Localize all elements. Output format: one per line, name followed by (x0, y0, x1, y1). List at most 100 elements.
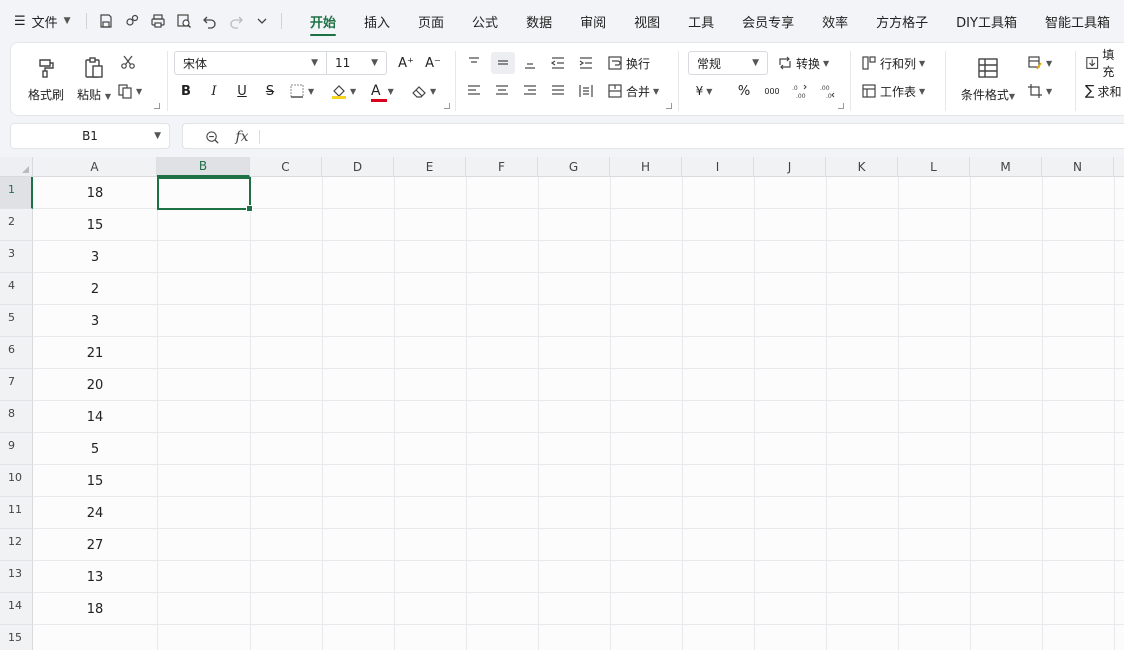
row-header-15[interactable]: 15 (0, 625, 33, 650)
cell-a10[interactable]: 15 (33, 465, 157, 497)
fill-button[interactable]: 填充 (1085, 48, 1124, 79)
cell-a13[interactable]: 13 (33, 561, 157, 593)
cell-a5[interactable]: 3 (33, 305, 157, 337)
tab-home[interactable]: 开始 (296, 0, 350, 42)
increase-indent-button[interactable] (575, 52, 597, 74)
clipboard-expand-icon[interactable] (154, 103, 160, 109)
more-dropdown-icon[interactable] (249, 8, 275, 34)
print-preview-icon[interactable] (171, 8, 197, 34)
cell-a9[interactable]: 5 (33, 433, 157, 465)
cell-a4[interactable]: 2 (33, 273, 157, 305)
worksheet-button[interactable]: 工作表 ▼ (861, 80, 925, 102)
file-menu[interactable]: ☰ 文件 ▼ (0, 0, 80, 42)
column-header-d[interactable]: D (322, 157, 394, 177)
column-header-b[interactable]: B (157, 157, 250, 177)
select-all-corner[interactable] (0, 157, 33, 177)
increase-font-size-button[interactable]: A⁺ (395, 52, 417, 74)
tab-tools[interactable]: 工具 (674, 0, 728, 42)
column-header-k[interactable]: K (826, 157, 898, 177)
cell-a3[interactable]: 3 (33, 241, 157, 273)
row-header-10[interactable]: 10 (0, 465, 33, 497)
column-header-n[interactable]: N (1042, 157, 1114, 177)
row-header-2[interactable]: 2 (0, 209, 33, 241)
borders-button[interactable]: ▼ (289, 80, 314, 102)
cell-a7[interactable]: 20 (33, 369, 157, 401)
cell-a2[interactable]: 15 (33, 209, 157, 241)
zoom-function-icon[interactable] (203, 128, 221, 146)
percent-button[interactable]: % (733, 80, 755, 102)
insert-function-icon[interactable]: fx (233, 128, 251, 146)
cell-a6[interactable]: 21 (33, 337, 157, 369)
row-header-9[interactable]: 9 (0, 433, 33, 465)
cell-a14[interactable]: 18 (33, 593, 157, 625)
row-header-11[interactable]: 11 (0, 497, 33, 529)
decrease-indent-button[interactable] (547, 52, 569, 74)
conditional-format-button[interactable]: 条件格式▼ (957, 48, 1019, 110)
tab-review[interactable]: 审阅 (566, 0, 620, 42)
save-icon[interactable] (93, 8, 119, 34)
strikethrough-button[interactable]: S (259, 80, 281, 102)
row-header-8[interactable]: 8 (0, 401, 33, 433)
print-icon[interactable] (145, 8, 171, 34)
decrease-decimal-button[interactable]: .00.0 (817, 80, 839, 102)
name-box[interactable]: B1 ▼ (10, 123, 170, 149)
redo-icon[interactable] (223, 8, 249, 34)
cell-style-button[interactable]: ▼ (1027, 52, 1052, 74)
row-header-13[interactable]: 13 (0, 561, 33, 593)
tab-insert[interactable]: 插入 (350, 0, 404, 42)
column-header-j[interactable]: J (754, 157, 826, 177)
cell-a11[interactable]: 24 (33, 497, 157, 529)
tab-diy-toolbox[interactable]: DIY工具箱 (942, 0, 1031, 42)
italic-button[interactable]: I (203, 80, 225, 102)
tab-view[interactable]: 视图 (620, 0, 674, 42)
row-header-4[interactable]: 4 (0, 273, 33, 305)
justify-button[interactable] (547, 80, 569, 102)
active-cell-b1[interactable] (157, 177, 253, 212)
align-middle-button[interactable] (491, 52, 515, 74)
column-header-g[interactable]: G (538, 157, 610, 177)
tab-formulas[interactable]: 公式 (458, 0, 512, 42)
sum-button[interactable]: ∑ 求和 (1085, 80, 1121, 102)
align-bottom-button[interactable] (519, 52, 541, 74)
clear-format-button[interactable]: ▼ (411, 80, 436, 102)
increase-decimal-button[interactable]: .0.00 (789, 80, 811, 102)
align-center-button[interactable] (491, 80, 513, 102)
font-expand-icon[interactable] (444, 103, 450, 109)
formula-input[interactable]: fx (182, 123, 1124, 149)
distributed-align-button[interactable] (575, 80, 597, 102)
undo-icon[interactable] (197, 8, 223, 34)
thousands-separator-button[interactable]: 000 (761, 80, 783, 102)
cell-a8[interactable]: 14 (33, 401, 157, 433)
cell-a1[interactable]: 18 (33, 177, 157, 209)
align-top-button[interactable] (463, 52, 485, 74)
number-expand-icon[interactable] (838, 103, 844, 109)
cell-a12[interactable]: 27 (33, 529, 157, 561)
row-header-6[interactable]: 6 (0, 337, 33, 369)
column-header-f[interactable]: F (466, 157, 538, 177)
column-header-i[interactable]: I (682, 157, 754, 177)
tab-page[interactable]: 页面 (404, 0, 458, 42)
alignment-expand-icon[interactable] (666, 103, 672, 109)
convert-button[interactable]: 转换 ▼ (777, 52, 829, 74)
row-header-5[interactable]: 5 (0, 305, 33, 337)
tab-efficiency[interactable]: 效率 (808, 0, 862, 42)
bold-button[interactable]: B (175, 80, 197, 102)
column-header-a[interactable]: A (33, 157, 157, 177)
spreadsheet-grid[interactable]: A B C D E F G H I J K L M N 1 2 3 4 5 6 … (0, 157, 1124, 650)
row-and-column-button[interactable]: 行和列 ▼ (861, 52, 925, 74)
column-header-c[interactable]: C (250, 157, 322, 177)
column-header-e[interactable]: E (394, 157, 466, 177)
fill-color-button[interactable]: ▼ (331, 80, 356, 102)
currency-button[interactable]: ¥ ▼ (693, 80, 715, 102)
column-header-m[interactable]: M (970, 157, 1042, 177)
underline-button[interactable]: U (231, 80, 253, 102)
number-format-select[interactable]: 常规 ▼ (688, 51, 768, 75)
font-name-select[interactable]: 宋体 ▼ (174, 51, 327, 75)
column-header-l[interactable]: L (898, 157, 970, 177)
row-header-1[interactable]: 1 (0, 177, 33, 209)
format-painter-button[interactable]: 格式刷 (23, 48, 69, 110)
font-size-select[interactable]: 11 ▼ (326, 51, 387, 75)
paste-button[interactable]: 粘贴 ▼ (71, 48, 117, 110)
merge-button[interactable]: 合并 ▼ (607, 80, 659, 102)
cell-border-button[interactable]: ▼ (1027, 80, 1052, 102)
